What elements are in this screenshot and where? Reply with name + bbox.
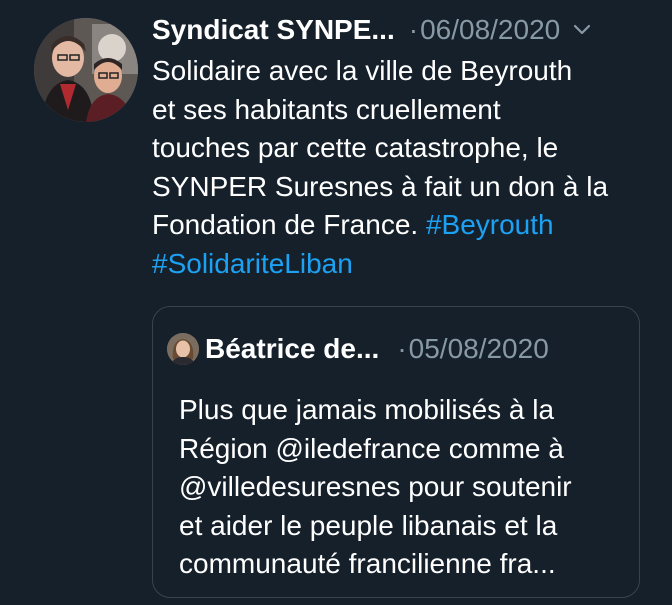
quoted-tweet-header: Béatrice de... · 05/08/2020 [167, 329, 627, 369]
quoted-tweet[interactable]: Béatrice de... · 05/08/2020 Plus que jam… [152, 306, 640, 598]
quoted-author-name[interactable]: Béatrice de... [205, 333, 379, 365]
hashtag-link[interactable]: #Beyrouth [426, 209, 554, 240]
tweet-text-line: Solidaire avec la ville de Beyrouth [152, 55, 573, 86]
hashtag-link[interactable]: #SolidariteLiban [152, 248, 353, 279]
tweet-text-line: touches par cette catastrophe, le [152, 132, 559, 163]
tweet-date[interactable]: 06/08/2020 [420, 12, 560, 48]
header-separator: · [408, 14, 419, 45]
avatar-photo [167, 333, 199, 365]
tweet-header: Syndicat SYNPE... · 06/08/2020 [152, 12, 652, 48]
avatar-photo [34, 18, 138, 122]
quoted-text-line: Région @iledefrance comme à [179, 432, 564, 464]
quoted-tweet-text: Plus que jamais mobilisés à la Région @i… [179, 391, 629, 584]
tweet[interactable]: Syndicat SYNPE... · 06/08/2020 Solidaire… [0, 0, 672, 605]
tweet-text-fragment: Fondation de France. [152, 209, 426, 240]
quoted-text-line: @villedesuresnes pour soutenir [179, 471, 572, 502]
quoted-author-avatar[interactable] [167, 333, 199, 365]
author-avatar[interactable] [34, 18, 138, 122]
quoted-text-line: communauté francilienne fra... [179, 548, 556, 579]
quoted-tweet-date[interactable]: 05/08/2020 [409, 333, 549, 365]
quoted-text-line: et aider le peuple libanais et la [179, 509, 558, 541]
chevron-down-icon[interactable] [570, 18, 594, 42]
tweet-text-line: SYNPER Suresnes à fait un don à la [152, 170, 609, 202]
tweet-text-line: #SolidariteLiban [152, 245, 652, 284]
quoted-text-line: Plus que jamais mobilisés à la [179, 394, 555, 425]
author-name[interactable]: Syndicat SYNPE... [152, 12, 395, 48]
tweet-text: Solidaire avec la ville de Beyrouth et s… [152, 52, 652, 283]
tweet-text-line: Fondation de France. #Beyrouth [152, 206, 652, 245]
tweet-text-line: et ses habitants cruellement [152, 93, 501, 125]
quoted-header-separator: · [397, 333, 407, 364]
